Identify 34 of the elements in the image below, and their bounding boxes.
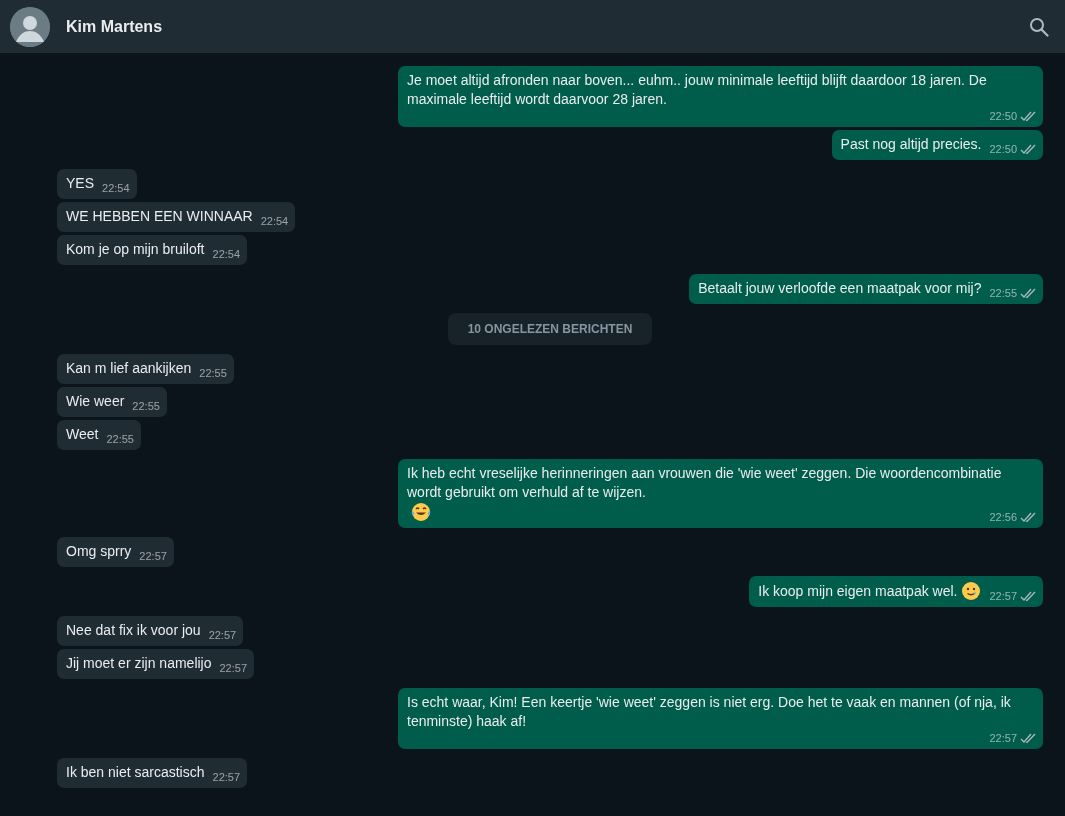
avatar[interactable] [10, 6, 50, 47]
message-time: 22:56 [989, 510, 1017, 525]
message-time: 22:54 [212, 247, 241, 262]
message-text: Ik heb echt vreselijke herinneringen aan vrouwen die 'wie weet' zeggen. Die woordencombinatie wordt gebruikt om verhuld af te wijzen. [407, 464, 1003, 502]
message-text: Weet [66, 425, 99, 444]
message-time: 22:57 [139, 549, 167, 564]
message-time: 22:55 [199, 366, 227, 381]
message-time: 22:54 [260, 214, 289, 229]
message-time: 22:57 [989, 731, 1017, 746]
message-text: YES [66, 174, 94, 193]
message-text: WE HEBBEN EEN WINNAAR [66, 207, 253, 226]
message-time: 22:57 [989, 589, 1017, 604]
message-text: Omg sprry [66, 542, 132, 561]
message-text: Ik ben niet sarcastisch [66, 763, 205, 782]
message-text: Nee dat fix ik voor jou [66, 621, 201, 640]
message-text: Is echt waar, Kim! Een keertje 'wie weet' zeggen is niet erg. Doe het te vaak en mannen (of nja, ik tenminste) haak af! [407, 693, 1012, 731]
message-time: 22:57 [212, 770, 241, 785]
message-text: Past nog altijd precies. [840, 135, 982, 154]
message-text: Kan m lief aankijken [66, 359, 192, 378]
message-text: Je moet altijd afronden naar boven... euhm.. jouw minimale leeftijd blijft daardoor 18 jaren. De maximale leeftijd wordt daarvoor 28 jaren. [407, 71, 988, 109]
message-text: Wie weer [66, 392, 125, 411]
message-time: 22:55 [989, 286, 1017, 301]
message-time: 22:57 [208, 628, 237, 643]
message-time: 22:54 [102, 181, 130, 196]
message-time: 22:50 [989, 109, 1017, 124]
message-text: Ik koop mijn eigen maatpak wel. [758, 582, 958, 601]
message-text: Kom je op mijn bruiloft [66, 240, 205, 259]
message-text: Betaalt jouw verloofde een maatpak voor mij? [698, 279, 982, 298]
message-time: 22:50 [989, 142, 1017, 157]
message-time: 22:57 [219, 661, 248, 676]
search-icon[interactable] [1029, 16, 1049, 37]
message-text: Jij moet er zijn namelijo [66, 654, 212, 673]
message-time: 22:55 [132, 399, 160, 414]
message-time: 22:55 [106, 432, 134, 447]
